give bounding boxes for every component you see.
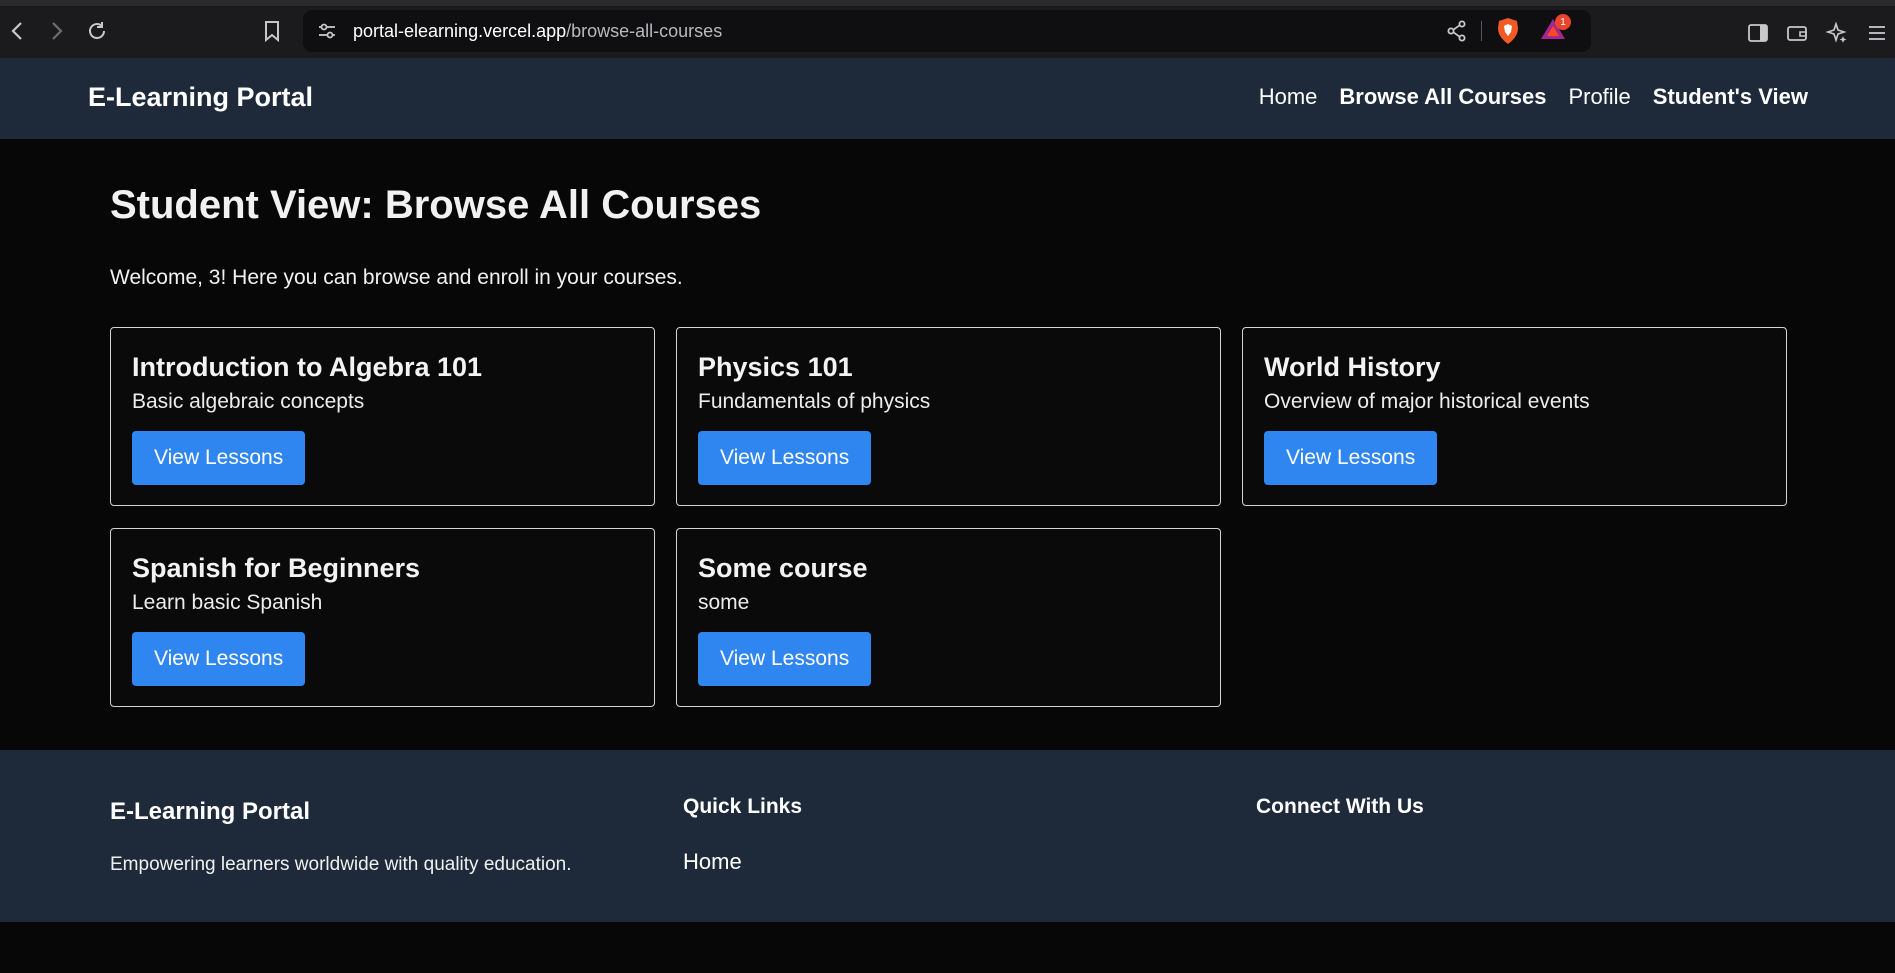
wallet-icon[interactable] [1786,22,1808,44]
course-card: Introduction to Algebra 101 Basic algebr… [110,327,655,506]
view-lessons-button[interactable]: View Lessons [132,632,306,686]
browser-toolbar: portal-elearning.vercel.app/browse-all-c… [0,0,1895,58]
address-bar[interactable]: portal-elearning.vercel.app/browse-all-c… [303,10,1591,52]
url-text: portal-elearning.vercel.app/browse-all-c… [353,21,722,42]
forward-icon[interactable] [44,18,70,44]
course-card: Some course some View Lessons [676,528,1221,707]
site-brand[interactable]: E-Learning Portal [88,82,313,113]
course-card: Physics 101 Fundamentals of physics View… [676,327,1221,506]
site-settings-icon[interactable] [317,21,337,41]
brave-shields-icon[interactable] [1496,17,1520,50]
course-title: Introduction to Algebra 101 [132,352,483,382]
footer-link-home[interactable]: Home [683,849,742,875]
rewards-badge: 1 [1555,14,1571,30]
menu-icon[interactable] [1866,22,1888,44]
leo-ai-icon[interactable] [1825,21,1848,44]
nav-profile[interactable]: Profile [1568,84,1630,110]
course-description: Overview of major historical events [1264,390,1590,413]
course-title: Spanish for Beginners [132,553,421,583]
site-header: E-Learning Portal Home Browse All Course… [0,58,1895,139]
nav-browse-all-courses[interactable]: Browse All Courses [1339,84,1546,110]
view-lessons-button[interactable]: View Lessons [1264,431,1438,485]
url-host: portal-elearning.vercel.app [353,21,567,41]
course-title: World History [1264,352,1441,382]
course-title: Physics 101 [698,352,853,382]
toolbar-divider [1481,21,1482,41]
url-path: /browse-all-courses [566,21,723,41]
course-description: Basic algebraic concepts [132,390,365,413]
main-nav: Home Browse All Courses Profile Student'… [1259,84,1808,110]
course-description: Learn basic Spanish [132,591,323,614]
site-footer: E-Learning Portal Empowering learners wo… [0,750,1895,922]
nav-home[interactable]: Home [1259,84,1318,110]
welcome-message: Welcome, 3! Here you can browse and enro… [110,266,683,289]
back-icon[interactable] [4,18,30,44]
sidebar-icon[interactable] [1747,22,1769,44]
course-description: some [698,591,750,614]
footer-tagline: Empowering learners worldwide with quali… [110,854,572,875]
course-description: Fundamentals of physics [698,390,931,413]
quick-links-heading: Quick Links [683,795,803,818]
view-lessons-button[interactable]: View Lessons [698,431,872,485]
connect-heading: Connect With Us [1256,795,1424,818]
reload-icon[interactable] [84,18,110,44]
bookmark-icon[interactable] [259,18,285,44]
share-icon[interactable] [1446,20,1468,47]
footer-brand: E-Learning Portal [110,798,311,825]
page-title: Student View: Browse All Courses [110,183,762,227]
course-card: World History Overview of major historic… [1242,327,1787,506]
nav-students-view[interactable]: Student's View [1653,84,1808,110]
course-card: Spanish for Beginners Learn basic Spanis… [110,528,655,707]
view-lessons-button[interactable]: View Lessons [132,431,306,485]
course-title: Some course [698,553,868,583]
view-lessons-button[interactable]: View Lessons [698,632,872,686]
